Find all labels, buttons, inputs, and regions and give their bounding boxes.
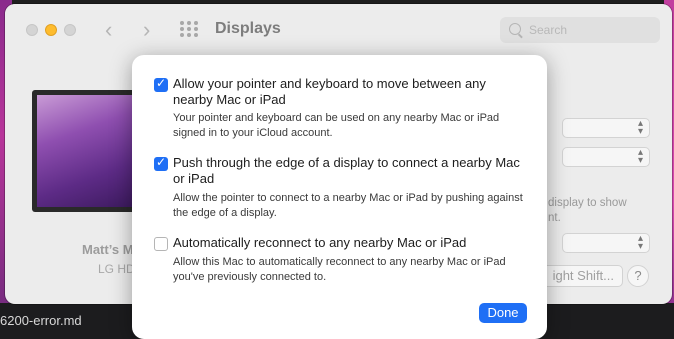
- night-shift-button[interactable]: ight Shift...: [535, 265, 623, 287]
- display-model: LG HD: [98, 262, 135, 276]
- display-thumbnail[interactable]: [32, 90, 140, 216]
- help-button[interactable]: ?: [627, 265, 649, 287]
- desktop-filename-label[interactable]: 6200-error.md: [0, 313, 82, 328]
- display-wallpaper: [37, 95, 135, 207]
- option-title[interactable]: Automatically reconnect to any nearby Ma…: [173, 235, 528, 251]
- show-all-grid-icon[interactable]: [180, 21, 200, 37]
- background-description-line2: nt.: [548, 212, 561, 224]
- checkbox-checked[interactable]: [154, 155, 168, 171]
- chevron-left-icon[interactable]: ‹: [105, 18, 112, 42]
- option-description: Allow this Mac to automatically reconnec…: [173, 256, 506, 283]
- popup-menu-2[interactable]: ▴ ▾: [562, 147, 650, 167]
- display-frame: [32, 90, 140, 212]
- minimize-window-button[interactable]: [45, 24, 57, 36]
- updown-chevron-icon: ▴ ▾: [637, 118, 643, 137]
- search-field[interactable]: Search: [500, 17, 660, 43]
- option-description: Allow the pointer to connect to a nearby…: [173, 192, 523, 219]
- background-description: display to show nt.: [548, 196, 627, 226]
- search-placeholder: Search: [529, 23, 568, 37]
- checkbox-checked[interactable]: [154, 76, 168, 92]
- close-window-button[interactable]: [26, 24, 38, 36]
- search-icon: [509, 23, 521, 35]
- background-description-line1: display to show: [548, 197, 627, 209]
- display-name: Matt’s M: [82, 242, 134, 257]
- updown-chevron-icon: ▴ ▾: [637, 147, 643, 166]
- checkbox-unchecked[interactable]: [154, 237, 168, 251]
- zoom-window-button[interactable]: [64, 24, 76, 36]
- option-title[interactable]: Allow your pointer and keyboard to move …: [173, 76, 528, 108]
- option-description: Your pointer and keyboard can be used on…: [173, 112, 500, 139]
- popup-menu-3[interactable]: ▴ ▾: [562, 233, 650, 253]
- updown-chevron-icon: ▴ ▾: [637, 233, 643, 252]
- done-button[interactable]: Done: [479, 303, 527, 323]
- options-sheet: Allow your pointer and keyboard to move …: [132, 55, 547, 339]
- popup-menu-1[interactable]: ▴ ▾: [562, 118, 650, 138]
- option-title[interactable]: Push through the edge of a display to co…: [173, 155, 528, 187]
- window-title: Displays: [215, 20, 281, 37]
- chevron-right-icon[interactable]: ›: [143, 18, 150, 42]
- window-titlebar: ‹ › Displays Search: [5, 4, 672, 54]
